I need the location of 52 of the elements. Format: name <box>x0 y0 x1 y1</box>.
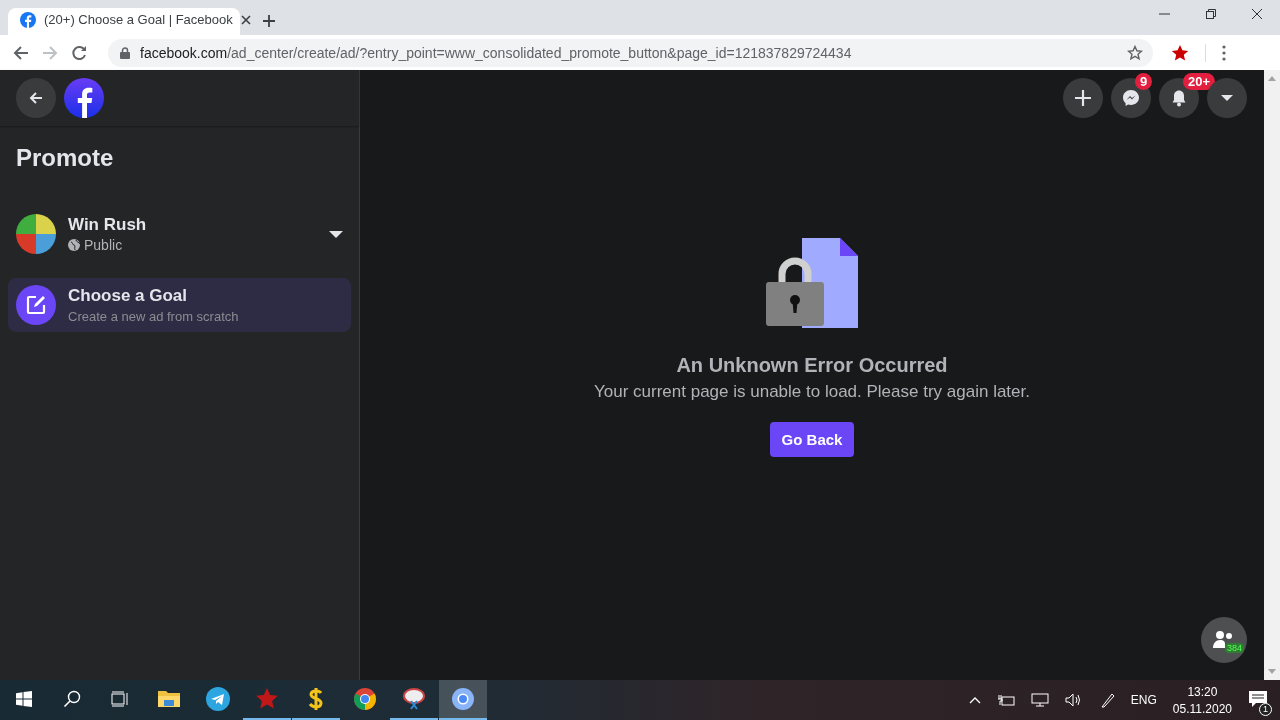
star-extension-icon[interactable] <box>1171 43 1189 62</box>
clock-time[interactable]: 13:20 <box>1187 684 1218 699</box>
profile-name: Win Rush <box>68 215 148 235</box>
close-icon[interactable] <box>240 14 251 25</box>
facebook-logo-icon[interactable] <box>64 78 104 118</box>
notification-count: 1 <box>1259 702 1272 716</box>
caret-down-icon[interactable] <box>329 229 343 239</box>
go-back-button[interactable]: Go Back <box>769 422 855 457</box>
item-subtitle: Create a new ad from scratch <box>68 309 239 324</box>
bookmark-star-icon[interactable] <box>1127 44 1143 61</box>
plus-icon <box>1074 89 1092 107</box>
contacts-button[interactable]: 384 <box>1201 617 1247 663</box>
audience-label: Public <box>84 237 123 253</box>
clock-date[interactable]: 05.11.2020 <box>1172 701 1232 716</box>
language-indicator[interactable]: ENG <box>1130 693 1157 707</box>
battery-plug-icon[interactable] <box>996 694 1015 706</box>
online-count-badge: 384 <box>1224 643 1244 653</box>
address-bar[interactable]: facebook.com/ad_center/create/ad/?entry_point=www_consolidated_promote_button&page_id=121837829724434 <box>108 38 1153 67</box>
notification-badge: 9 <box>1135 73 1153 90</box>
back-button[interactable] <box>16 78 56 118</box>
avatar <box>16 214 56 254</box>
page-title: Promote <box>16 144 115 172</box>
paper-plane-icon <box>206 687 230 711</box>
locked-document-icon <box>766 238 858 328</box>
facebook-logo-icon <box>20 11 36 28</box>
task-view-icon <box>111 691 129 707</box>
plus-button[interactable] <box>1063 78 1103 118</box>
messenger-button[interactable] <box>1111 78 1151 118</box>
chevron-up-icon[interactable] <box>968 696 981 704</box>
pen-icon[interactable] <box>1098 692 1115 708</box>
url-text: facebook.com/ad_center/create/ad/?entry_point=www_consolidated_promote_button&page_id=121837829724434 <box>140 44 853 61</box>
action-center-icon[interactable] <box>1248 689 1268 708</box>
tab-title: (20+) Choose a Goal | Facebook <box>44 12 233 27</box>
windows-logo-icon <box>16 691 32 707</box>
edit-icon <box>16 285 56 325</box>
chrome-logo-icon <box>353 687 377 711</box>
star-icon <box>255 687 279 711</box>
lock-icon <box>120 46 130 59</box>
new-tab-icon[interactable] <box>262 14 276 28</box>
search-icon <box>63 690 81 708</box>
item-title: Choose a Goal <box>68 286 189 306</box>
chat-bubble-icon <box>1122 89 1140 107</box>
menu-icon[interactable] <box>1222 44 1226 61</box>
browser-logo-icon <box>451 687 475 711</box>
bell-icon <box>1170 89 1188 107</box>
notification-badge: 20+ <box>1183 73 1216 90</box>
speaker-volume-icon[interactable] <box>1064 693 1083 707</box>
network-monitor-icon[interactable] <box>1030 693 1049 707</box>
goal-item[interactable]: Choose a Goal Create a new ad from scratch <box>8 278 351 332</box>
error-title: An Unknown Error Occurred <box>676 354 948 377</box>
back-arrow-icon <box>28 90 44 106</box>
error-message: Your current page is unable to load. Please try again later. <box>594 382 1030 402</box>
